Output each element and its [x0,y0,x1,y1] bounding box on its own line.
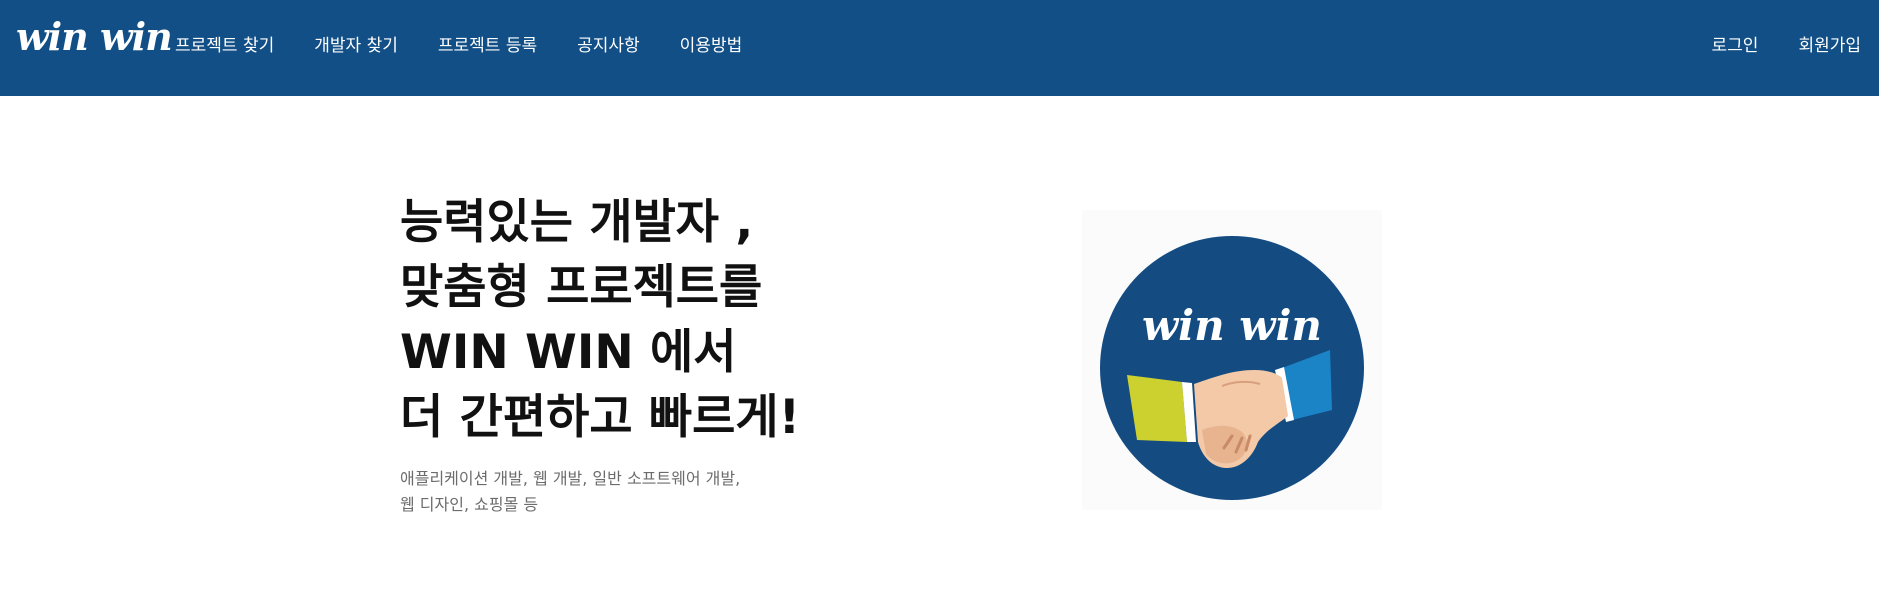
hero-subtext-line-2: 웹 디자인, 쇼핑몰 등 [400,495,539,514]
signup-link[interactable]: 회원가입 [1798,31,1861,56]
login-link[interactable]: 로그인 [1712,31,1759,56]
nav-find-projects[interactable]: 프로젝트 찾기 [175,31,274,56]
hero-section: 능력있는 개발자 , 맞춤형 프로젝트를 WIN WIN 에서 더 간편하고 빠… [400,190,800,518]
hero-headline-line-3: WIN WIN 에서 [400,325,737,380]
brand-logo[interactable]: win win [16,14,173,59]
top-navbar: win win 프로젝트 찾기 개발자 찾기 프로젝트 등록 공지사항 이용방법… [0,0,1879,96]
handshake-illustration: win win [1082,210,1382,510]
nav-find-developers[interactable]: 개발자 찾기 [314,31,398,56]
hero-subtext-line-1: 애플리케이션 개발, 웹 개발, 일반 소프트웨어 개발, [400,469,741,488]
hero-headline-line-1: 능력있는 개발자 , [400,195,754,250]
main-nav: 프로젝트 찾기 개발자 찾기 프로젝트 등록 공지사항 이용방법 [175,0,782,86]
account-nav: 로그인 회원가입 [1672,0,1861,86]
nav-register-project[interactable]: 프로젝트 등록 [438,31,537,56]
nav-notices[interactable]: 공지사항 [577,31,640,56]
badge-text: win win [1142,301,1322,350]
nav-how-to-use[interactable]: 이용방법 [680,31,743,56]
handshake-badge: win win [1100,236,1364,500]
hero-subtext: 애플리케이션 개발, 웹 개발, 일반 소프트웨어 개발, 웹 디자인, 쇼핑몰… [400,466,800,518]
hero-headline-line-2: 맞춤형 프로젝트를 [400,260,763,315]
hero-headline-line-4: 더 간편하고 빠르게! [400,390,801,445]
